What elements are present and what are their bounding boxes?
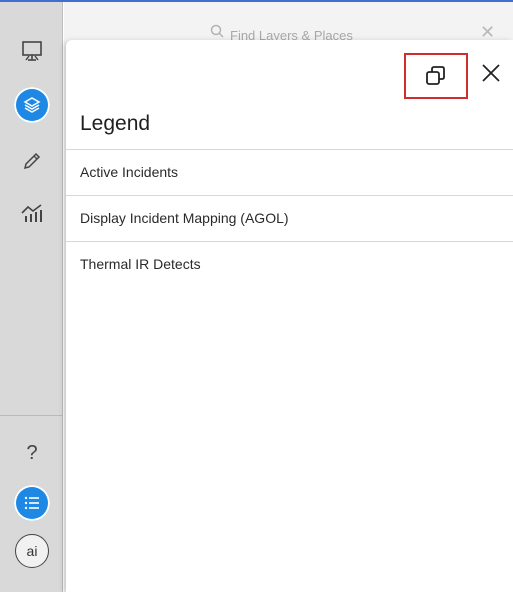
legend-list-icon (14, 485, 50, 521)
close-panel-button[interactable] (478, 58, 504, 88)
analysis-tool-button[interactable] (13, 194, 51, 232)
presentation-icon (22, 41, 42, 61)
layers-tool-button[interactable] (13, 86, 51, 124)
close-icon (482, 64, 500, 82)
panel-title: Legend (80, 112, 151, 135)
legend-layer-row[interactable]: Display Incident Mapping (AGOL) (66, 195, 513, 241)
legend-tool-button[interactable] (13, 484, 51, 522)
dock-panel-button[interactable] (404, 53, 468, 99)
legend-layer-label: Display Incident Mapping (AGOL) (80, 210, 289, 226)
analysis-icon (21, 204, 42, 222)
left-toolbar: ? ai (0, 2, 63, 592)
legend-layer-label: Thermal IR Detects (80, 256, 201, 272)
help-button[interactable]: ? (13, 434, 51, 472)
layers-icon (14, 87, 50, 123)
legend-layer-row[interactable]: Active Incidents (66, 149, 513, 195)
presentation-tool-button[interactable] (13, 32, 51, 70)
ai-icon: ai (15, 534, 49, 568)
legend-layer-row[interactable]: Thermal IR Detects (66, 241, 513, 287)
help-icon: ? (26, 441, 38, 464)
draw-tool-button[interactable] (13, 142, 51, 180)
toolbar-divider (0, 415, 63, 416)
legend-layer-label: Active Incidents (80, 164, 179, 180)
dock-window-icon (426, 66, 445, 85)
ai-assistant-button[interactable]: ai (13, 532, 51, 570)
search-icon[interactable] (210, 24, 224, 38)
pencil-icon (23, 152, 41, 170)
